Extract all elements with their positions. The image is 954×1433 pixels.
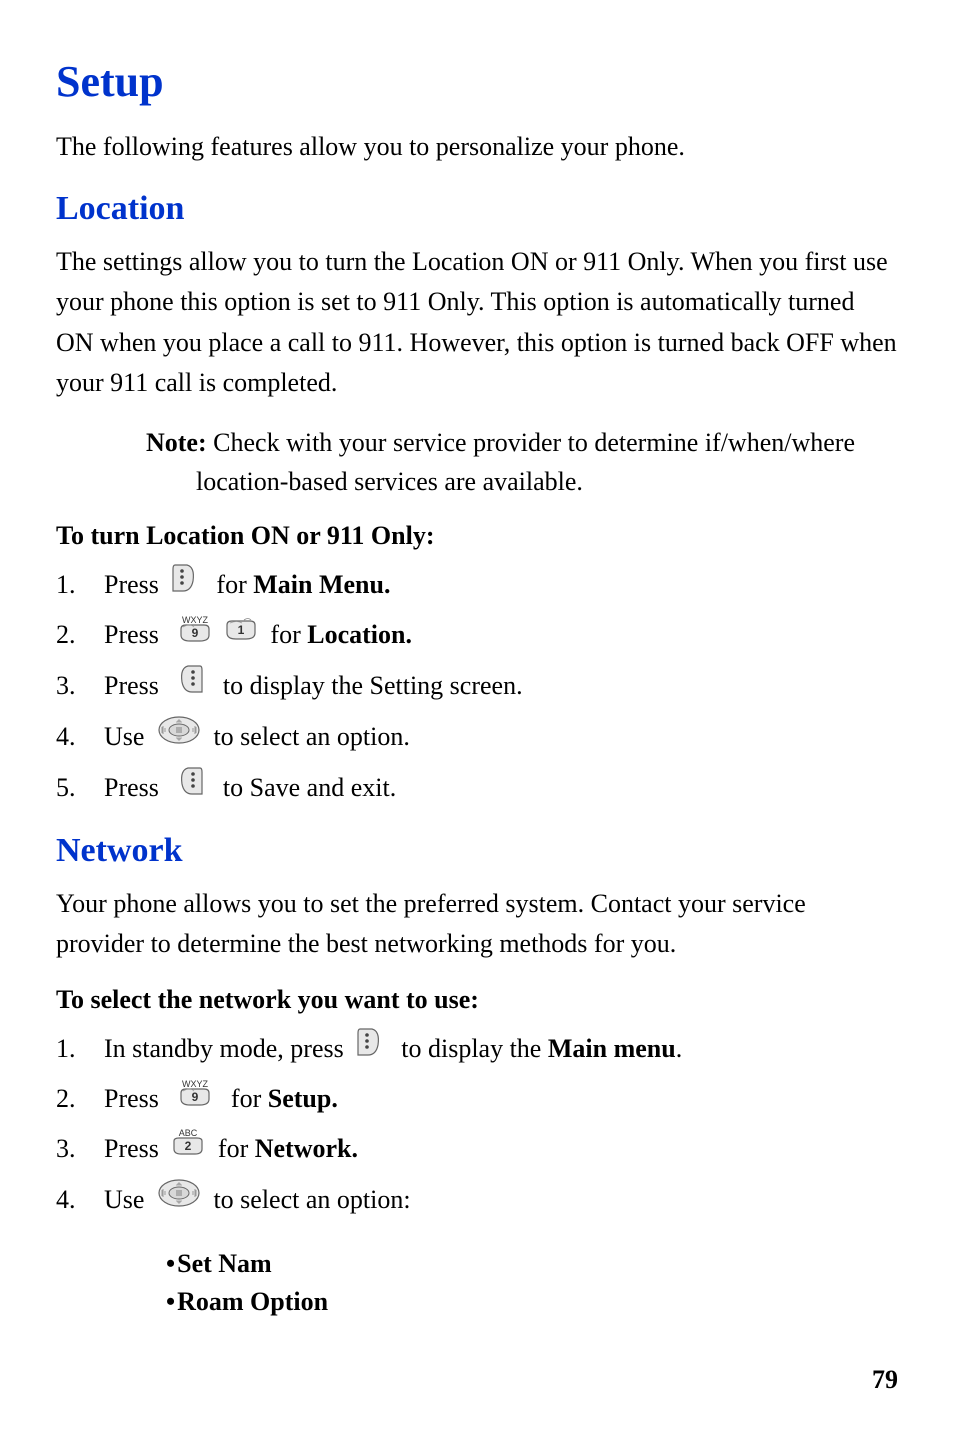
step-item: 4. Use to select an option: <box>56 1177 898 1223</box>
soft-key-icon <box>178 664 204 708</box>
step-emphasis: Network. <box>255 1127 358 1171</box>
step-text: Press <box>104 1127 165 1171</box>
step-text: to Save and exit. <box>210 766 396 810</box>
option-item: Roam Option <box>166 1283 898 1321</box>
menu-key-icon <box>356 1027 382 1071</box>
step-item: 1. Press for Main Menu. <box>56 563 898 607</box>
key-9-icon <box>178 613 212 657</box>
step-number: 4. <box>56 715 104 759</box>
step-item: 3. Press for Network. <box>56 1127 898 1171</box>
location-note: Note: Check with your service provider t… <box>146 423 898 501</box>
step-text: Press <box>104 563 165 607</box>
step-text: Press <box>104 613 172 657</box>
network-steps: 1. In standby mode, press to display the… <box>56 1027 898 1224</box>
step-item: 4. Use to select an option. <box>56 714 898 760</box>
step-text: to display the <box>388 1027 548 1071</box>
intro-text: The following features allow you to pers… <box>56 127 898 166</box>
step-text: to display the Setting screen. <box>210 664 523 708</box>
step-number: 3. <box>56 1127 104 1171</box>
network-heading: Network <box>56 832 898 870</box>
step-text: Press <box>104 664 172 708</box>
step-text: to select an option. <box>207 715 410 759</box>
note-text: Check with your service provider to dete… <box>196 428 855 496</box>
step-item: 5. Press to Save and exit. <box>56 766 898 810</box>
step-number: 2. <box>56 1077 104 1121</box>
step-emphasis: Main Menu. <box>253 563 390 607</box>
step-text: for <box>203 563 253 607</box>
step-text: Use <box>104 1178 151 1222</box>
network-procedure-title: To select the network you want to use: <box>56 985 898 1015</box>
step-text: for <box>211 1127 254 1171</box>
location-steps: 1. Press for Main Menu. 2. Press for Loc… <box>56 563 898 810</box>
step-text: Use <box>104 715 151 759</box>
step-text: In standby mode, press <box>104 1027 350 1071</box>
page-number: 79 <box>872 1365 898 1395</box>
step-item: 3. Press to display the Setting screen. <box>56 664 898 708</box>
step-emphasis: Location. <box>307 613 412 657</box>
step-number: 1. <box>56 1027 104 1071</box>
step-text: for <box>264 613 307 657</box>
step-number: 4. <box>56 1178 104 1222</box>
soft-key-icon <box>178 766 204 810</box>
key-1-icon <box>224 613 258 657</box>
step-number: 3. <box>56 664 104 708</box>
key-9-icon <box>178 1077 212 1121</box>
step-item: 1. In standby mode, press to display the… <box>56 1027 898 1071</box>
step-number: 2. <box>56 613 104 657</box>
step-number: 5. <box>56 766 104 810</box>
location-body: The settings allow you to turn the Locat… <box>56 242 898 403</box>
key-2-icon <box>171 1127 205 1171</box>
step-emphasis: Main menu <box>548 1027 676 1071</box>
step-text: for <box>218 1077 268 1121</box>
step-number: 1. <box>56 563 104 607</box>
step-item: 2. Press for Location. <box>56 613 898 657</box>
page-title: Setup <box>56 56 898 107</box>
step-text: Press <box>104 766 172 810</box>
nav-pad-icon <box>157 1177 201 1223</box>
nav-pad-icon <box>157 714 201 760</box>
note-label: Note: <box>146 428 207 457</box>
step-item: 2. Press for Setup. <box>56 1077 898 1121</box>
option-item: Set Nam <box>166 1245 898 1283</box>
network-options: Set Nam Roam Option <box>166 1245 898 1320</box>
menu-key-icon <box>171 563 197 607</box>
step-text: Press <box>104 1077 172 1121</box>
step-emphasis: Setup. <box>268 1077 338 1121</box>
step-text: to select an option: <box>207 1178 411 1222</box>
location-procedure-title: To turn Location ON or 911 Only: <box>56 521 898 551</box>
step-text: . <box>676 1027 683 1071</box>
network-body: Your phone allows you to set the preferr… <box>56 884 898 965</box>
location-heading: Location <box>56 190 898 228</box>
